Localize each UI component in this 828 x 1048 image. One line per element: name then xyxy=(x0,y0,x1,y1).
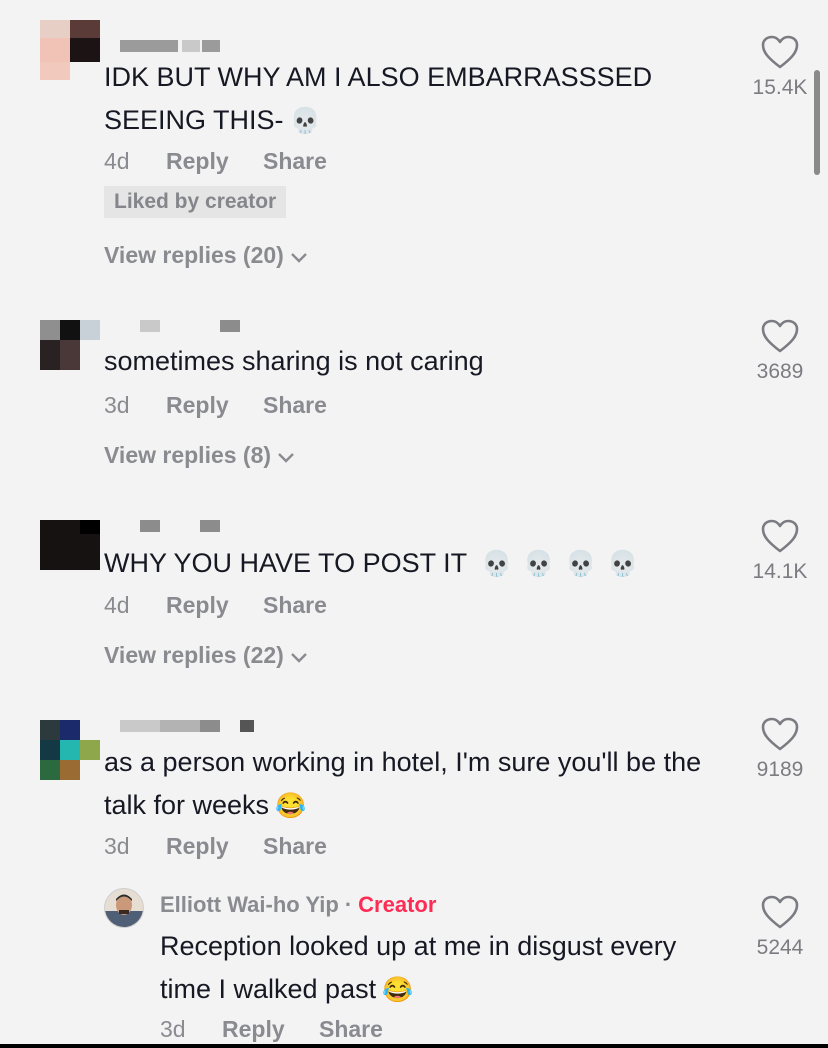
like-count: 5244 xyxy=(756,936,804,959)
scrollbar[interactable] xyxy=(814,70,820,175)
bottom-divider xyxy=(0,1044,828,1048)
like-count: 3689 xyxy=(756,360,804,383)
like-count: 15.4K xyxy=(752,76,808,99)
like-button[interactable]: 3689 xyxy=(735,318,825,384)
skull-emoji: 💀 💀 💀 💀 xyxy=(481,550,641,578)
person-avatar-icon xyxy=(105,889,143,927)
reply-button[interactable]: Reply xyxy=(166,833,263,860)
username-blurred[interactable] xyxy=(140,520,220,532)
like-button[interactable]: 9189 xyxy=(735,716,825,782)
view-replies-button[interactable]: View replies (8) xyxy=(104,442,295,470)
like-button[interactable]: 14.1K xyxy=(735,518,825,584)
laughing-emoji: 😂 xyxy=(382,976,414,1004)
comment-meta: 3d Reply Share xyxy=(104,833,327,860)
heart-outline-icon xyxy=(761,519,799,553)
skull-emoji: 💀 xyxy=(289,107,321,135)
chevron-down-icon xyxy=(290,643,308,670)
reply-age: 3d xyxy=(160,1016,186,1042)
avatar[interactable] xyxy=(40,720,100,780)
share-button[interactable]: Share xyxy=(319,1016,383,1043)
heart-outline-icon xyxy=(761,35,799,69)
separator-dot: · xyxy=(344,892,353,917)
comment-text: as a person working in hotel, I'm sure y… xyxy=(104,747,702,820)
heart-outline-icon xyxy=(761,895,799,929)
reply-button[interactable]: Reply xyxy=(166,592,263,619)
comment-age: 3d xyxy=(104,392,130,418)
view-replies-button[interactable]: View replies (20) xyxy=(104,242,308,270)
like-count: 9189 xyxy=(756,758,804,781)
avatar[interactable] xyxy=(40,320,100,380)
like-count: 14.1K xyxy=(752,560,808,583)
comment-age: 4d xyxy=(104,592,130,618)
chevron-down-icon xyxy=(277,443,295,470)
reply-button[interactable]: Reply xyxy=(166,148,263,175)
comment-meta: 4d Reply Share xyxy=(104,148,327,175)
avatar[interactable] xyxy=(40,520,100,580)
like-button[interactable]: 15.4K xyxy=(735,34,825,100)
reply-author-line: Elliott Wai-ho Yip · Creator xyxy=(160,892,436,918)
comment-text: WHY YOU HAVE TO POST IT 💀 💀 💀 💀 xyxy=(104,548,641,578)
creator-avatar[interactable] xyxy=(104,888,144,928)
comment-meta: 3d Reply Share xyxy=(104,392,327,419)
reply-author-name[interactable]: Elliott Wai-ho Yip xyxy=(160,892,339,917)
laughing-emoji: 😂 xyxy=(275,792,307,820)
reply-text: Reception looked up at me in disgust eve… xyxy=(160,931,677,1004)
comment-age: 4d xyxy=(104,148,130,174)
view-replies-button[interactable]: View replies (22) xyxy=(104,642,308,670)
comment-meta: 4d Reply Share xyxy=(104,592,327,619)
heart-outline-icon xyxy=(761,319,799,353)
liked-by-creator-badge: Liked by creator xyxy=(104,186,287,218)
heart-outline-icon xyxy=(761,717,799,751)
username-blurred[interactable] xyxy=(120,720,260,732)
avatar[interactable] xyxy=(40,20,100,80)
share-button[interactable]: Share xyxy=(263,148,327,175)
username-blurred[interactable] xyxy=(140,320,240,332)
reply-like-button[interactable]: 5244 xyxy=(735,894,825,960)
share-button[interactable]: Share xyxy=(263,833,327,860)
reply-meta: 3d Reply Share xyxy=(160,1016,383,1043)
username-blurred[interactable] xyxy=(120,40,220,52)
creator-reply: Elliott Wai-ho Yip · Creator Reception loo… xyxy=(104,886,804,1046)
share-button[interactable]: Share xyxy=(263,592,327,619)
comment-text: IDK BUT WHY AM I ALSO EMBARRASSSED SEEIN… xyxy=(104,62,653,135)
chevron-down-icon xyxy=(290,243,308,270)
share-button[interactable]: Share xyxy=(263,392,327,419)
comment-age: 3d xyxy=(104,833,130,859)
reply-button[interactable]: Reply xyxy=(166,392,263,419)
comment-text: sometimes sharing is not caring xyxy=(104,346,484,376)
reply-button[interactable]: Reply xyxy=(222,1016,319,1043)
creator-badge: Creator xyxy=(358,892,437,917)
